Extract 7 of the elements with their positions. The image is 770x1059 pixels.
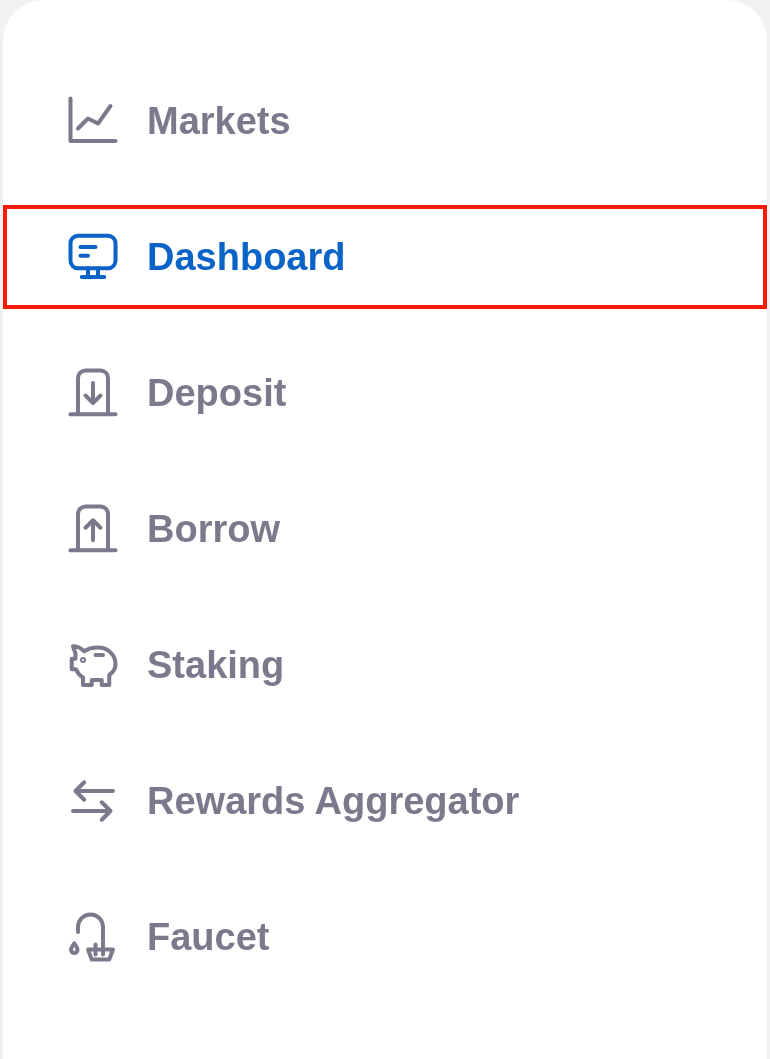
nav-item[interactable]: Markets	[3, 69, 767, 173]
nav-item[interactable]: Faucet	[3, 885, 767, 989]
nav-item[interactable]: Rewards Aggregator	[3, 749, 767, 853]
nav-item[interactable]: Staking	[3, 613, 767, 717]
nav-item[interactable]: Deposit	[3, 341, 767, 445]
nav-item[interactable]: Dashboard	[3, 205, 767, 309]
nav-item[interactable]: Borrow	[3, 477, 767, 581]
